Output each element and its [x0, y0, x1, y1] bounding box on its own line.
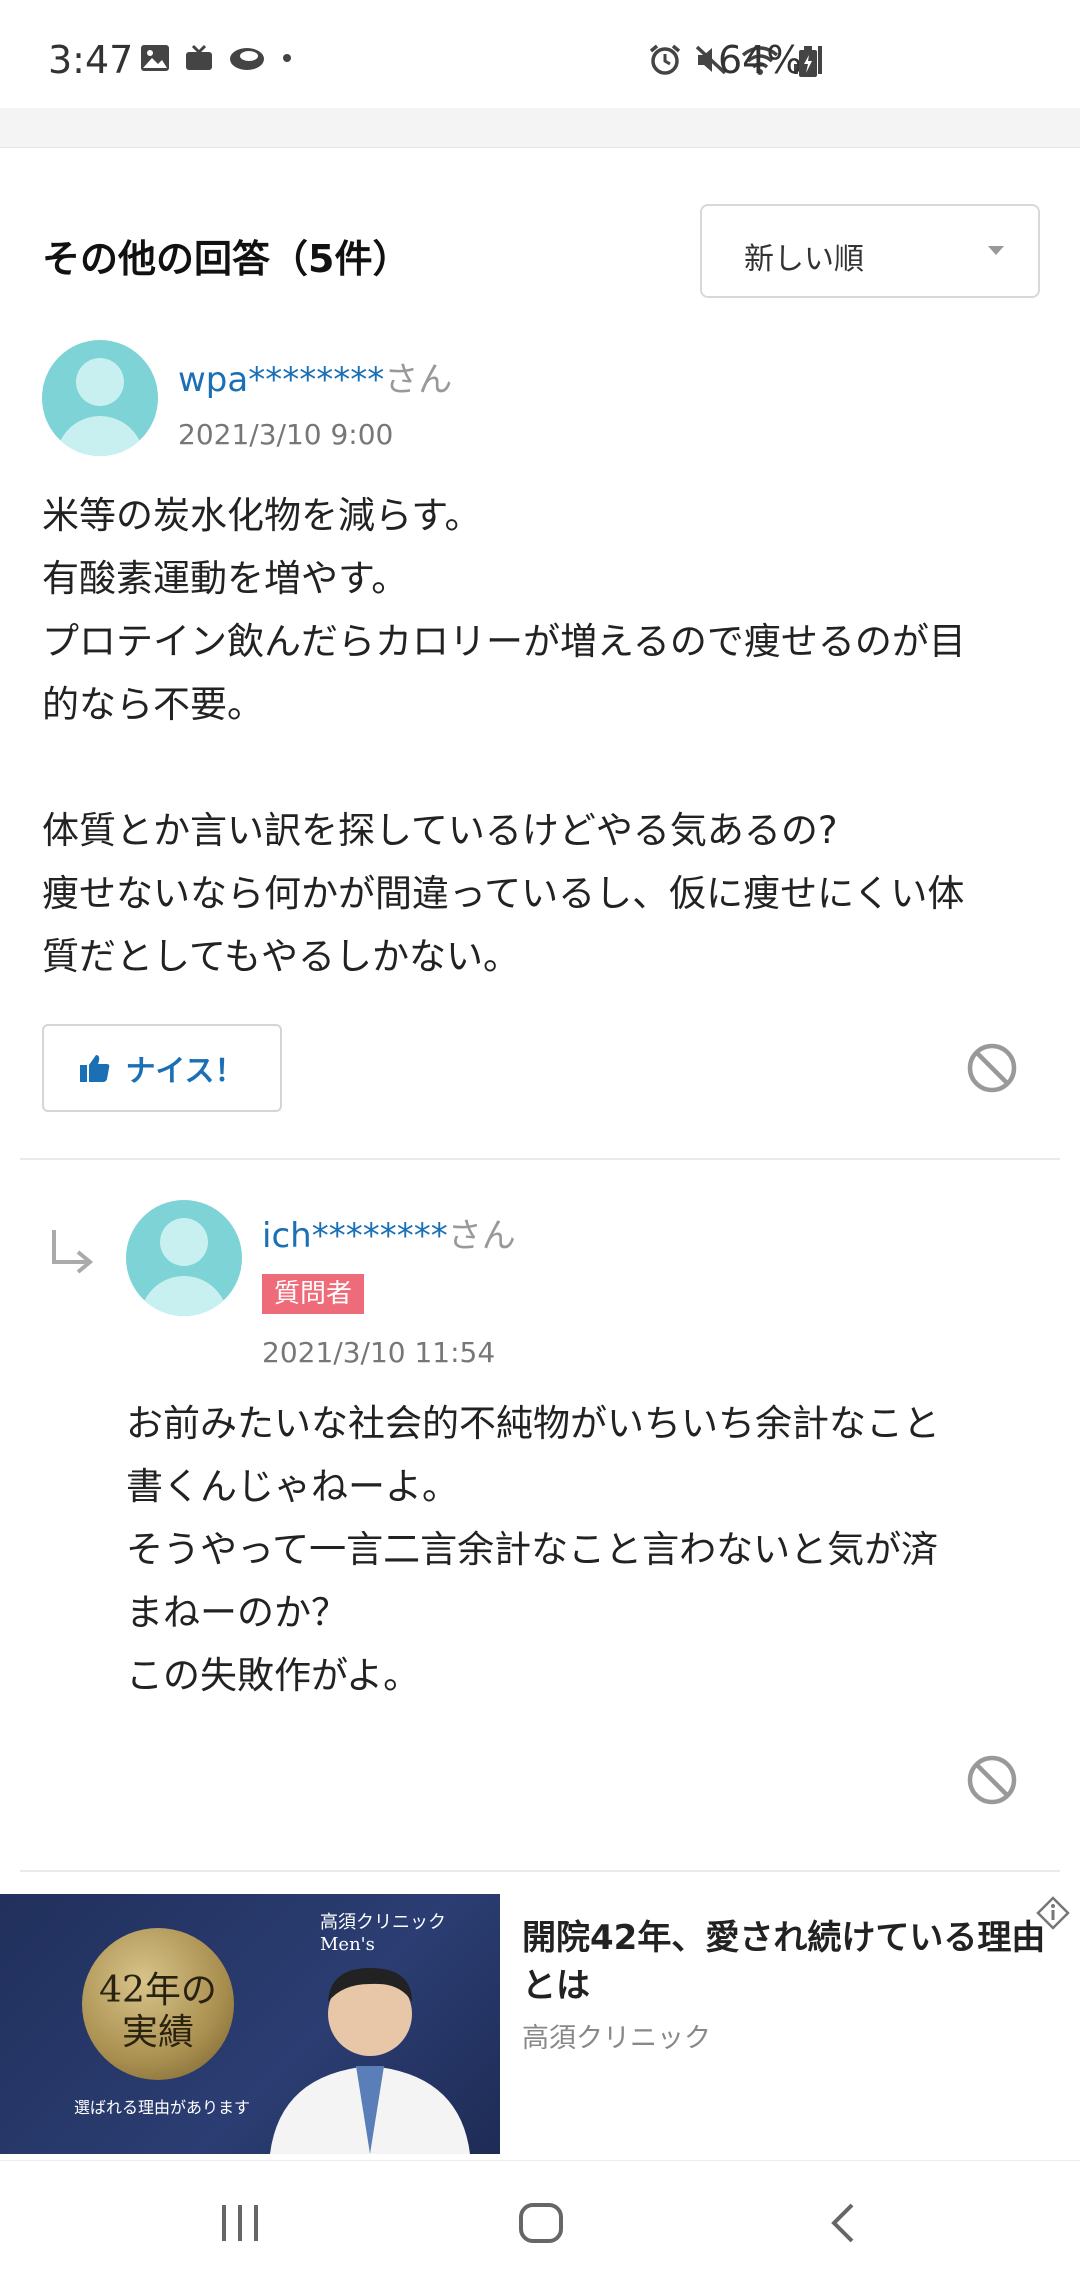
- answer-body: 米等の炭水化物を減らす。 有酸素運動を増やす。 プロテイン飲んだらカロリーが増え…: [42, 494, 966, 978]
- top-separator-band: [0, 108, 1080, 148]
- block-icon[interactable]: [966, 1754, 1018, 1806]
- reply-arrow-icon: [52, 1230, 94, 1274]
- ad-brand-text: 高須クリニック Men's: [320, 1912, 446, 1955]
- sort-dropdown[interactable]: 新しい順: [700, 204, 1040, 298]
- ad-tagline: 選ばれる理由があります: [74, 2098, 251, 2117]
- avatar[interactable]: [126, 1200, 242, 1316]
- ad-image: 42年の 実績 高須クリニック Men's 選ばれる理由があります: [0, 1894, 500, 2154]
- gallery-icon: [141, 45, 169, 71]
- ad-info-icon[interactable]: [1036, 1896, 1070, 1930]
- ad-banner[interactable]: 42年の 実績 高須クリニック Men's 選ばれる理由があります 開院42年、…: [0, 1894, 1080, 2154]
- dot-icon: [283, 54, 291, 62]
- recent-apps-icon[interactable]: [218, 2203, 262, 2243]
- nice-button-label: ナイス！: [125, 1054, 245, 1089]
- reply-username[interactable]: ich********さん: [262, 1208, 516, 1257]
- sort-dropdown-label: 新しい順: [744, 242, 864, 277]
- answer-date: 2021/3/10 9:00: [178, 418, 394, 451]
- status-time: 3:47: [48, 38, 134, 82]
- answer-username[interactable]: wpa********さん: [178, 352, 452, 401]
- ad-medal: 42年の 実績: [82, 1928, 234, 2080]
- home-icon[interactable]: [518, 2203, 564, 2243]
- avatar[interactable]: [42, 340, 158, 456]
- ad-source: 高須クリニック: [522, 2023, 711, 2054]
- questioner-badge: 質問者: [262, 1274, 365, 1314]
- system-nav-bar: [0, 2160, 1080, 2280]
- doctor-photo: [270, 1968, 470, 2154]
- tv-icon: [186, 44, 212, 70]
- battery-percent: 64%: [718, 38, 803, 82]
- alarm-icon: [649, 44, 681, 75]
- back-icon[interactable]: [828, 2203, 858, 2243]
- status-left-icons: [140, 44, 294, 72]
- reply-date: 2021/3/10 11:54: [262, 1336, 496, 1369]
- caret-down-icon: [988, 246, 1004, 255]
- answer-divider: [20, 1158, 1060, 1160]
- status-bar: 3:47 64%: [0, 0, 1080, 108]
- nice-button[interactable]: ナイス！: [42, 1024, 282, 1112]
- battery-icon: [799, 46, 817, 77]
- ad-title[interactable]: 開院42年、愛され続けている理由とは: [522, 1914, 1062, 2010]
- block-icon[interactable]: [966, 1042, 1018, 1094]
- answers-section-title: その他の回答（5件）: [42, 237, 411, 281]
- reply-body: お前みたいな社会的不純物がいちいち余計なこと 書くんじゃねーよ。 そうやって一言…: [126, 1402, 940, 1697]
- thumbs-up-icon: [80, 1055, 110, 1082]
- reply-divider: [20, 1870, 1060, 1872]
- cloud-icon: [230, 48, 264, 70]
